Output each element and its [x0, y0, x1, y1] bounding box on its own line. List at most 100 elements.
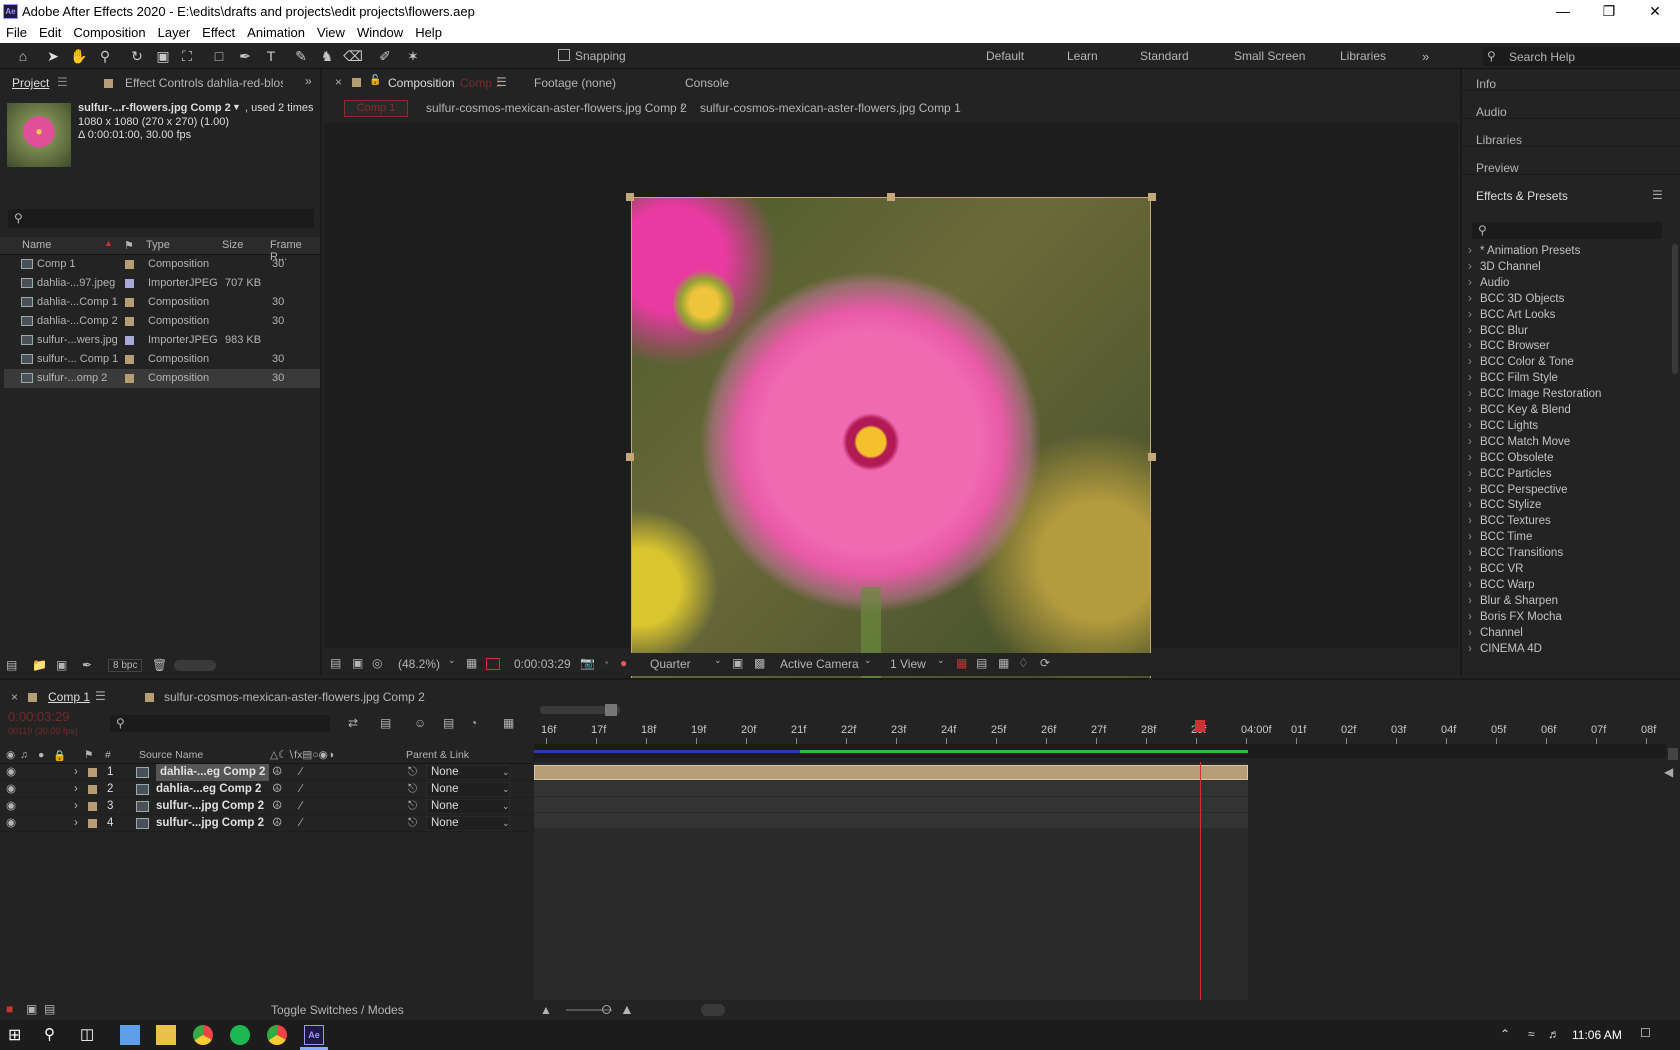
- quality-switch-icon[interactable]: ∕: [300, 798, 302, 815]
- camera-tool-icon[interactable]: ▣: [152, 46, 174, 66]
- shy-switch-icon[interactable]: ☮: [272, 781, 282, 798]
- chrome-icon[interactable]: [267, 1025, 287, 1045]
- effect-category[interactable]: BCC VR: [1468, 563, 1524, 575]
- menu-window[interactable]: Window: [351, 23, 409, 40]
- eye-icon[interactable]: ◉: [6, 798, 16, 815]
- search-icon[interactable]: ⚲: [44, 1025, 64, 1045]
- menu-help[interactable]: Help: [409, 23, 448, 40]
- layer-handle[interactable]: [1148, 193, 1156, 201]
- pen-icon[interactable]: ✒: [82, 658, 92, 672]
- effect-category[interactable]: * Animation Presets: [1468, 245, 1580, 257]
- project-item[interactable]: sulfur-... Comp 1 Composition 30: [4, 350, 320, 369]
- project-item[interactable]: dahlia-...Comp 2 Composition 30: [4, 312, 320, 331]
- chevron-down-icon[interactable]: ⌄: [502, 798, 510, 815]
- zoom-out-icon[interactable]: ▲: [540, 1003, 552, 1017]
- parent-dropdown[interactable]: None: [426, 816, 510, 831]
- timeline-search-input[interactable]: ⚲: [110, 715, 330, 732]
- project-item[interactable]: dahlia-...97.jpeg ImporterJPEG 707 KB: [4, 274, 320, 293]
- mask-visibility-icon[interactable]: ◎: [372, 656, 382, 670]
- modes-icon[interactable]: ▣: [26, 1002, 37, 1016]
- notifications-icon[interactable]: ☐: [1640, 1026, 1651, 1040]
- menu-effect[interactable]: Effect: [196, 23, 241, 40]
- item-label[interactable]: [125, 260, 134, 269]
- effect-category[interactable]: BCC Perspective: [1468, 484, 1568, 496]
- home-icon[interactable]: ⌂: [12, 46, 34, 66]
- close-tab-icon[interactable]: ×: [11, 690, 18, 704]
- breadcrumb-item[interactable]: sulfur-cosmos-mexican-aster-flowers.jpg …: [426, 101, 687, 115]
- layer-label-swatch[interactable]: [88, 802, 97, 811]
- console-tab[interactable]: Console: [685, 76, 729, 90]
- chevron-down-icon[interactable]: ⌄: [502, 781, 510, 798]
- shy-switch-icon[interactable]: ☮: [272, 764, 282, 781]
- render-time-icon[interactable]: ■: [6, 1002, 13, 1016]
- rectangle-tool-icon[interactable]: □: [208, 46, 230, 66]
- comp-flowchart-icon[interactable]: ⇄: [348, 716, 358, 730]
- layer-row[interactable]: ◉ › 3 sulfur-...jpg Comp 2 ☮ ∕ ⎋ None ⌄: [0, 798, 534, 815]
- workspace-default[interactable]: Default: [986, 49, 1024, 63]
- close-tab-icon[interactable]: ×: [335, 75, 342, 89]
- footage-tab[interactable]: Footage (none): [534, 76, 616, 90]
- workspace-learn[interactable]: Learn: [1067, 49, 1098, 63]
- layer-label-swatch[interactable]: [88, 819, 97, 828]
- menu-layer[interactable]: Layer: [152, 23, 197, 40]
- item-label[interactable]: [125, 374, 134, 383]
- effect-category[interactable]: CINEMA 4D: [1468, 643, 1542, 655]
- layer-bar[interactable]: [534, 765, 1248, 780]
- layer-handle[interactable]: [626, 453, 634, 461]
- app-icon[interactable]: [120, 1025, 140, 1045]
- frame-blending-icon[interactable]: ▤: [443, 716, 454, 730]
- eye-icon[interactable]: ◉: [6, 764, 16, 781]
- network-icon[interactable]: ≈: [1528, 1027, 1535, 1041]
- composition-viewer[interactable]: [324, 123, 1458, 721]
- close-button[interactable]: ✕: [1632, 0, 1678, 23]
- selection-tool-icon[interactable]: ➤: [42, 46, 64, 66]
- quality-switch-icon[interactable]: ∕: [300, 764, 302, 781]
- item-label[interactable]: [125, 355, 134, 364]
- preview-panel-tab[interactable]: Preview: [1476, 161, 1519, 175]
- toggle-transparency-icon[interactable]: ▩: [754, 656, 765, 670]
- chevron-down-icon[interactable]: ⌄: [714, 655, 722, 666]
- effect-controls-tab[interactable]: Effect Controls dahlia-red-blosso: [125, 76, 283, 90]
- channel-icon[interactable]: ●: [620, 656, 627, 670]
- roto-brush-tool-icon[interactable]: ✐: [374, 46, 396, 66]
- item-label[interactable]: [125, 317, 134, 326]
- effect-category[interactable]: BCC Blur: [1468, 325, 1528, 337]
- effect-category[interactable]: BCC Transitions: [1468, 547, 1563, 559]
- project-item[interactable]: sulfur-...omp 2 Composition 30: [4, 369, 320, 388]
- layer-name[interactable]: sulfur-...jpg Comp 2: [156, 798, 264, 815]
- new-folder-icon[interactable]: 📁: [32, 658, 47, 672]
- effect-category[interactable]: BCC Lights: [1468, 420, 1538, 432]
- new-composition-icon[interactable]: ▣: [56, 658, 67, 672]
- item-label[interactable]: [125, 336, 134, 345]
- eye-icon[interactable]: ◉: [6, 781, 16, 798]
- effect-category[interactable]: Boris FX Mocha: [1468, 611, 1562, 623]
- video-switch-icon[interactable]: ◉: [6, 749, 15, 761]
- minimize-button[interactable]: —: [1540, 0, 1586, 23]
- trash-icon[interactable]: 🗑: [152, 658, 167, 672]
- chevron-down-icon[interactable]: ▼: [232, 102, 241, 112]
- menu-view[interactable]: View: [311, 23, 351, 40]
- expand-arrow-icon[interactable]: ›: [74, 815, 78, 832]
- motion-blur-icon[interactable]: ◔: [470, 716, 477, 730]
- timeline-current-time[interactable]: 0:00:03:29: [8, 709, 69, 724]
- shy-switch-icon[interactable]: ☮: [272, 798, 282, 815]
- label-column-icon[interactable]: ⚑: [124, 239, 134, 252]
- clock[interactable]: 11:06 AM: [1572, 1028, 1622, 1042]
- resolution-dropdown[interactable]: Quarter: [650, 657, 691, 671]
- effect-category[interactable]: BCC Time: [1468, 531, 1533, 543]
- effect-category[interactable]: BCC Color & Tone: [1468, 356, 1574, 368]
- effect-category[interactable]: BCC Warp: [1468, 579, 1534, 591]
- transparency-grid-icon[interactable]: [486, 658, 500, 670]
- project-item[interactable]: Comp 1 Composition 30: [4, 255, 320, 274]
- expand-arrow-icon[interactable]: ›: [74, 764, 78, 781]
- pen-tool-icon[interactable]: ✒: [234, 46, 256, 66]
- layer-name[interactable]: dahlia-...eg Comp 2: [156, 764, 270, 781]
- flowchart-icon[interactable]: ▦: [998, 656, 1009, 670]
- breadcrumb-item[interactable]: sulfur-cosmos-mexican-aster-flowers.jpg …: [700, 101, 961, 115]
- interpret-footage-icon[interactable]: ▤: [6, 658, 17, 672]
- effect-category[interactable]: 3D Channel: [1468, 261, 1541, 273]
- effect-category[interactable]: BCC Film Style: [1468, 372, 1558, 384]
- show-snapshot-icon[interactable]: ◔: [602, 656, 609, 670]
- expand-arrow-icon[interactable]: ›: [74, 798, 78, 815]
- pickwhip-icon[interactable]: ⎋: [408, 815, 417, 832]
